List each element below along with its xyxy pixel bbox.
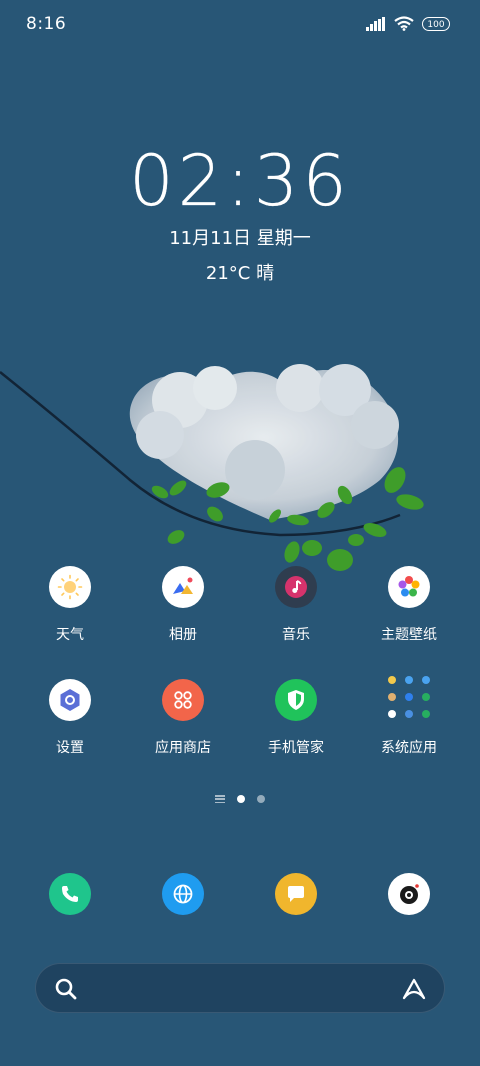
app-security[interactable]: 手机管家 <box>241 679 351 757</box>
app-label: 天气 <box>56 627 84 643</box>
app-label: 相册 <box>169 627 197 643</box>
dock-messages[interactable] <box>275 873 317 915</box>
signal-icon <box>366 16 385 31</box>
app-label: 主题壁纸 <box>381 627 437 643</box>
app-store[interactable]: 应用商店 <box>128 679 238 757</box>
app-label: 手机管家 <box>268 740 324 756</box>
wifi-icon <box>394 16 414 31</box>
system-apps-folder-icon <box>384 672 434 722</box>
app-settings[interactable]: 设置 <box>15 679 125 757</box>
home-search-bar[interactable] <box>35 963 445 1013</box>
voice-assistant-icon[interactable] <box>400 976 428 1002</box>
status-bar: 8:16 100 <box>0 0 480 50</box>
app-label: 应用商店 <box>155 740 211 756</box>
phone-icon <box>62 886 78 902</box>
music-note-icon <box>275 566 317 608</box>
theme-flower-icon <box>388 566 430 608</box>
app-weather[interactable]: 天气 <box>15 566 125 644</box>
status-icons: 100 <box>366 16 450 31</box>
globe-icon <box>173 884 193 904</box>
app-themes[interactable]: 主题壁纸 <box>354 566 464 644</box>
dock-camera[interactable] <box>388 873 430 915</box>
page-list-icon[interactable] <box>215 795 225 803</box>
page-dot-2[interactable] <box>257 795 265 803</box>
security-shield-icon <box>275 679 317 721</box>
settings-hexagon-icon <box>49 679 91 721</box>
dock-phone[interactable] <box>49 873 91 915</box>
gallery-icon <box>162 566 204 608</box>
battery-indicator: 100 <box>422 16 450 31</box>
camera-lens-icon <box>400 884 419 904</box>
clock-widget-weather[interactable]: 21°C 晴 <box>0 259 480 285</box>
clock-widget-date[interactable]: 11月11日 星期一 <box>0 224 480 250</box>
folder-system-apps[interactable]: 系统应用 <box>354 672 464 757</box>
dock-browser[interactable] <box>162 873 204 915</box>
page-dot-1[interactable] <box>237 795 245 803</box>
app-label: 音乐 <box>282 627 310 643</box>
app-music[interactable]: 音乐 <box>241 566 351 644</box>
app-gallery[interactable]: 相册 <box>128 566 238 644</box>
wallpaper-heart-cloud-image <box>0 364 424 571</box>
app-store-icon <box>162 679 204 721</box>
app-label: 系统应用 <box>381 740 437 756</box>
page-indicator[interactable] <box>0 795 480 803</box>
weather-sun-icon <box>49 566 91 608</box>
search-icon <box>55 978 77 1000</box>
message-bubble-icon <box>288 886 304 902</box>
clock-widget-time[interactable]: 02:36 <box>0 140 480 222</box>
status-time: 8:16 <box>26 14 67 34</box>
app-label: 设置 <box>56 740 84 756</box>
